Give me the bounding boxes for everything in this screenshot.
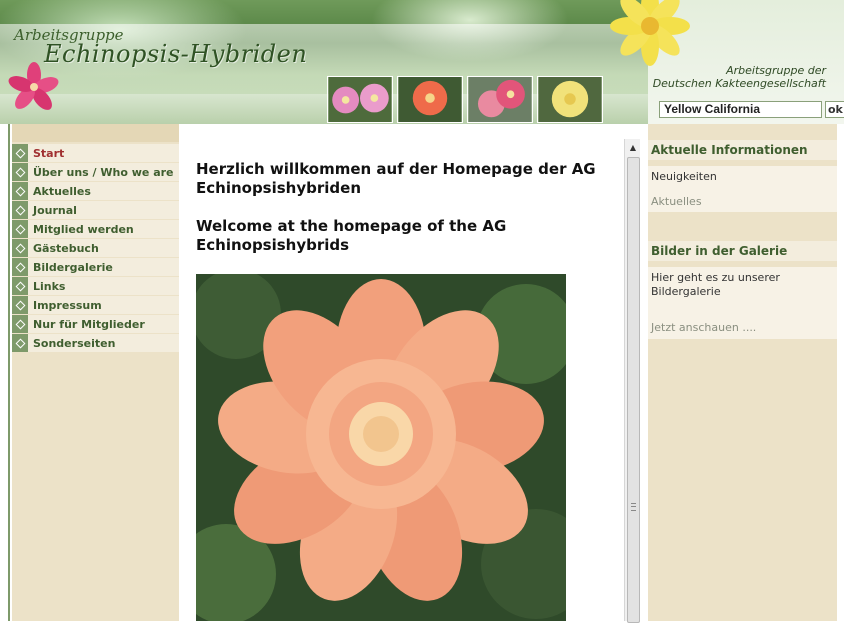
sidebar-item-about[interactable]: Über uns / Who we are <box>12 163 179 181</box>
welcome-heading-german: Herzlich willkommen auf der Homepage der… <box>196 160 596 197</box>
diamond-bullet-icon <box>12 258 28 276</box>
thumbnail-yellow-flower[interactable] <box>537 76 603 123</box>
sidebar-item-start[interactable]: Start <box>12 144 179 162</box>
sidebar-item-label: Journal <box>33 203 77 217</box>
sidebar-item-label: Über uns / Who we are <box>33 165 174 179</box>
thumbnail-pink-red-flower[interactable] <box>467 76 533 123</box>
featured-flower-photo <box>196 274 566 621</box>
pink-flowers-image <box>328 77 392 122</box>
sidebar-item-label: Links <box>33 279 66 293</box>
gallery-link[interactable]: Jetzt anschauen .... <box>651 321 834 335</box>
diamond-bullet-icon <box>12 239 28 257</box>
orange-flower-image <box>398 77 462 122</box>
gallery-box-text: Hier geht es zu unserer Bildergalerie <box>651 271 780 298</box>
diamond-bullet-icon <box>12 144 28 162</box>
sidebar-item-journal[interactable]: Journal <box>12 201 179 219</box>
thumbnail-orange-flower[interactable] <box>397 76 463 123</box>
search-ok-button[interactable]: ok <box>825 101 844 118</box>
sidebar-item-label: Nur für Mitglieder <box>33 317 145 331</box>
news-box-title: Aktuelle Informationen <box>648 140 837 160</box>
sidebar-item-label: Gästebuch <box>33 241 99 255</box>
diamond-bullet-icon <box>12 315 28 333</box>
sidebar-item-guestbook[interactable]: Gästebuch <box>12 239 179 257</box>
gallery-box: Hier geht es zu unserer Bildergalerie Je… <box>648 267 837 339</box>
diamond-bullet-icon <box>12 182 28 200</box>
diamond-bullet-icon <box>12 277 28 295</box>
org-name-line1: Arbeitsgruppe der <box>726 64 826 77</box>
sidebar-item-gallery[interactable]: Bildergalerie <box>12 258 179 276</box>
diamond-bullet-icon <box>12 220 28 238</box>
sidebar-item-label: Bildergalerie <box>33 260 113 274</box>
welcome-heading-english: Welcome at the homepage of the AG Echino… <box>196 217 507 254</box>
pink-red-flower-image <box>468 77 532 122</box>
scroll-up-arrow-icon[interactable]: ▲ <box>625 139 641 155</box>
scrollbar-thumb[interactable] <box>627 157 640 623</box>
sidebar-navigation: Start Über uns / Who we are Aktuelles Jo… <box>12 124 179 621</box>
site-logo[interactable]: Echinopsis-Hybriden <box>44 40 307 68</box>
sidebar-item-label: Start <box>33 146 65 160</box>
sidebar-item-news[interactable]: Aktuelles <box>12 182 179 200</box>
sidebar-item-label: Aktuelles <box>33 184 91 198</box>
gallery-box-title: Bilder in der Galerie <box>648 241 837 261</box>
diamond-bullet-icon <box>12 296 28 314</box>
org-name-line2: Deutschen Kakteengesellschaft <box>652 77 826 90</box>
thumbnail-pink-flowers[interactable] <box>327 76 393 123</box>
search-input[interactable]: Yellow California <box>659 101 822 118</box>
right-sidebar: Aktuelle Informationen Neuigkeiten Aktue… <box>648 124 837 621</box>
sidebar-item-imprint[interactable]: Impressum <box>12 296 179 314</box>
grip-icon <box>631 503 636 511</box>
sidebar-item-members-only[interactable]: Nur für Mitglieder <box>12 315 179 333</box>
news-link[interactable]: Aktuelles <box>651 195 834 209</box>
sidebar-item-label: Sonderseiten <box>33 336 116 350</box>
yellow-flower-decoration <box>610 0 690 66</box>
diamond-bullet-icon <box>12 201 28 219</box>
sidebar-item-special-pages[interactable]: Sonderseiten <box>12 334 179 352</box>
news-box-text: Neuigkeiten <box>651 170 717 183</box>
sidebar-item-links[interactable]: Links <box>12 277 179 295</box>
news-box: Neuigkeiten Aktuelles <box>648 166 837 212</box>
main-content: Herzlich willkommen auf der Homepage der… <box>180 124 624 621</box>
yellow-flower-image <box>538 77 602 122</box>
diamond-bullet-icon <box>12 334 28 352</box>
left-border-strip <box>0 124 12 621</box>
sidebar-item-label: Impressum <box>33 298 102 312</box>
sidebar-item-membership[interactable]: Mitglied werden <box>12 220 179 238</box>
nav-menu: Start Über uns / Who we are Aktuelles Jo… <box>12 144 179 353</box>
pink-flower-decoration <box>8 62 59 110</box>
main-scrollbar[interactable]: ▲ <box>624 139 641 623</box>
sidebar-item-label: Mitglied werden <box>33 222 134 236</box>
diamond-bullet-icon <box>12 163 28 181</box>
site-header: Arbeitsgruppe Echinopsis-Hybriden Arbeit… <box>0 0 844 124</box>
